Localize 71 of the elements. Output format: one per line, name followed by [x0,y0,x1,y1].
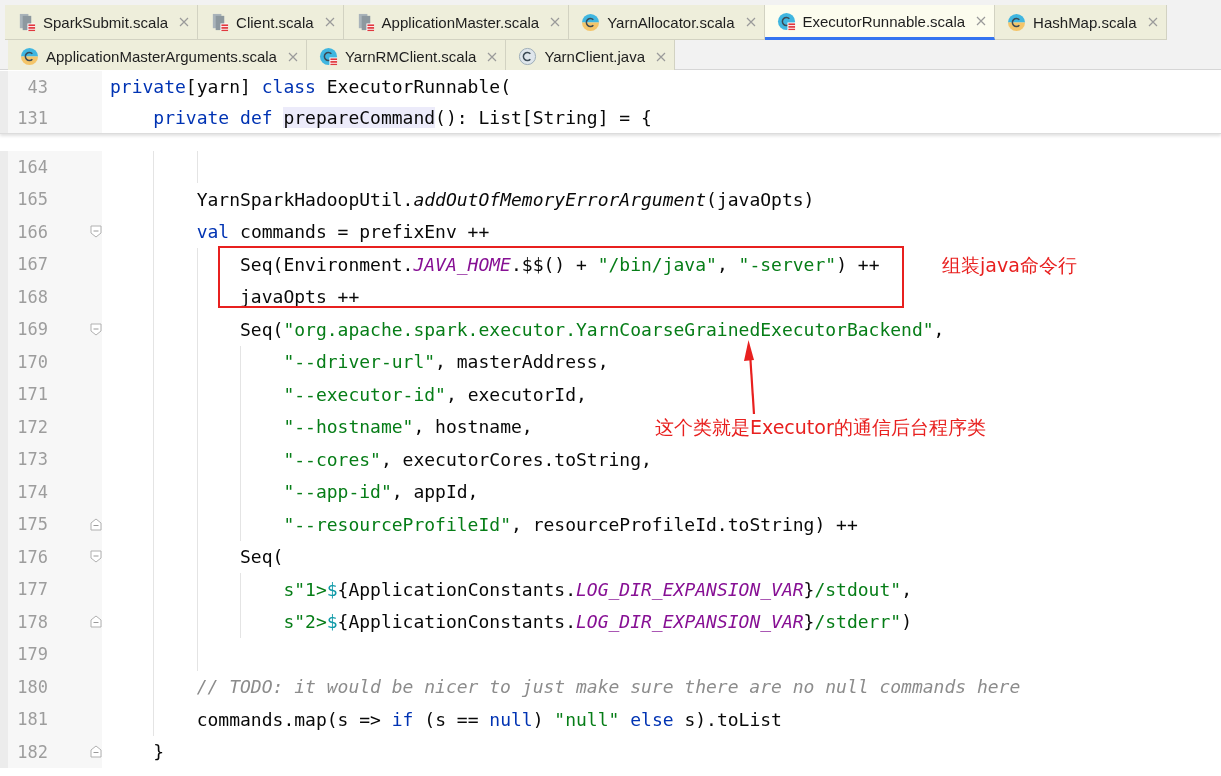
line-number: 178 [16,611,48,632]
line-number: 174 [16,481,48,502]
fold-icon[interactable] [90,550,102,564]
code-line: Seq("org.apache.spark.executor.YarnCoarseGrainedExecutorBackend", [240,318,945,340]
close-icon[interactable] [550,17,561,27]
code-line: "--cores", executorCores.toString, [283,448,652,470]
line-number: 164 [16,156,48,177]
close-icon[interactable] [976,16,987,26]
fold-icon[interactable] [90,615,102,629]
fold-icon[interactable] [90,745,102,759]
code-line: "--driver-url", masterAddress, [283,351,609,373]
fold-icon[interactable] [90,225,102,239]
line-number: 171 [16,384,48,405]
line-number: 181 [16,709,48,730]
fold-icon[interactable] [90,322,102,336]
close-icon[interactable] [324,17,335,27]
line-number: 176 [16,546,48,567]
code-line: } [153,741,165,763]
annotation-text: 组装java命令行 [942,253,1077,278]
line-number: 177 [16,579,48,600]
line-number: 43 [26,76,48,97]
code-line: s"2>${ApplicationConstants.LOG_DIR_EXPANSION_VAR}/stderr") [283,611,912,633]
code-line: "--executor-id", executorId, [283,383,587,405]
class-icon [776,11,796,31]
close-icon[interactable] [287,51,298,62]
line-number: 168 [16,286,48,307]
editor-tab[interactable]: ExecutorRunnable.scala [764,5,996,40]
line-number: 180 [16,676,48,697]
close-icon[interactable] [656,51,666,62]
class-icon [581,12,601,32]
editor-tab[interactable]: Client.scala [198,5,344,40]
line-number: 175 [16,514,48,535]
line-number: 170 [16,351,48,372]
line-number: 173 [16,449,48,470]
class-icon [20,47,39,66]
code-line: Seq( [240,546,284,568]
editor-tab[interactable]: HashMap.scala [995,5,1167,40]
line-number: 172 [16,416,48,437]
file-icon [17,12,36,32]
line-number: 169 [16,319,48,340]
code-line: Seq(Environment.JAVA_HOME.$$() + "/bin/java", "-server") ++ [240,253,880,275]
close-icon[interactable] [487,51,498,62]
line-number: 131 [16,107,48,128]
code-line: "--app-id", appId, [283,481,479,503]
annotation-text: 这个类就是Executor的通信后台程序类 [655,415,986,440]
line-number: 165 [16,189,48,210]
code-line: // TODO: it would be nicer to just make sure there are no null commands here [196,676,1021,698]
code-line: YarnSparkHadoopUtil.addOutOfMemoryErrorArgument(javaOpts) [196,188,815,210]
line-number: 167 [16,254,48,275]
close-icon[interactable] [745,17,756,27]
fold-icon[interactable] [90,517,102,531]
editor-tab[interactable]: SparkSubmit.scala [5,5,199,40]
close-icon[interactable] [1147,17,1158,27]
code-line: "--hostname", hostname, [283,416,533,438]
code-line: javaOpts ++ [240,286,360,308]
class-icon [518,47,538,66]
code-line: "--resourceProfileId", resourceProfileId.toString) ++ [283,513,858,535]
editor-tab[interactable]: YarnAllocator.scala [569,5,765,40]
code-line: s"1>${ApplicationConstants.LOG_DIR_EXPANSION_VAR}/stdout", [283,578,912,600]
line-number: 182 [16,741,48,762]
code-line: val commands = prefixEnv ++ [196,221,490,243]
code-line: private[yarn] class ExecutorRunnable( [110,76,511,97]
line-number: 179 [16,644,48,665]
class-icon [1007,12,1027,32]
close-icon[interactable] [179,17,190,27]
code-line: private def prepareCommand(): List[String] = { [153,107,652,128]
line-number: 166 [16,221,48,242]
editor-tab[interactable]: ApplicationMaster.scala [343,5,570,40]
code-line: commands.map(s => if (s == null) "null" else s).toList [196,708,782,730]
class-icon [318,47,338,66]
file-icon [210,12,230,32]
